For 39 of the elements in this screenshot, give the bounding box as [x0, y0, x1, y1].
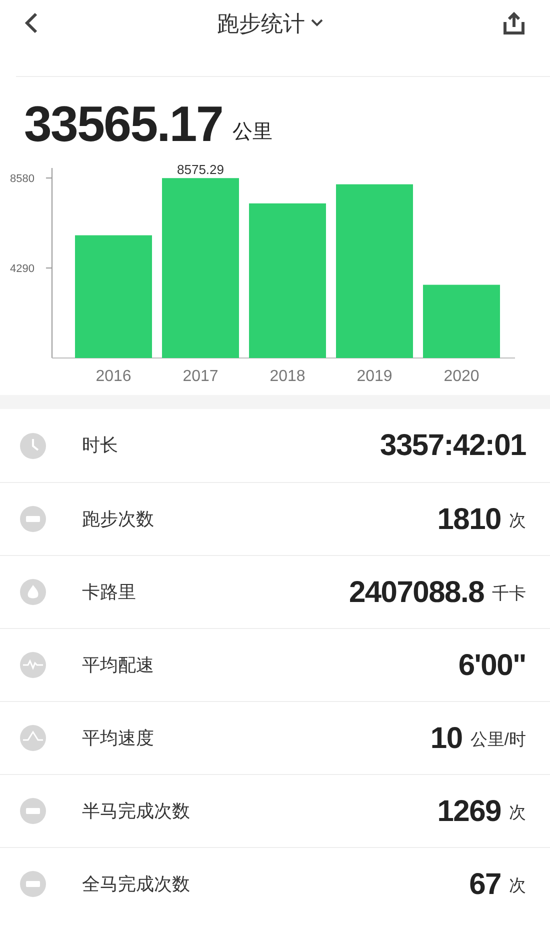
total-distance: 33565.17	[24, 99, 223, 149]
stat-value: 3357:42:01	[380, 428, 526, 464]
stat-label: 跑步次数	[82, 508, 154, 530]
y-tick-label: 8580	[10, 173, 34, 185]
stat-label: 平均配速	[82, 654, 154, 676]
data-label: 8575.29	[177, 163, 224, 178]
stat-value: 67	[469, 866, 501, 902]
share-icon[interactable]	[502, 11, 526, 35]
stat-value: 10	[430, 720, 462, 756]
x-tick-label: 2018	[270, 368, 306, 383]
unit-label: 公里/时	[470, 729, 526, 752]
stat-label: 卡路里	[82, 580, 136, 604]
stat-value: 1810	[437, 502, 501, 538]
unit-label: 千卡	[492, 583, 526, 606]
stat-value: 6'00"	[458, 648, 526, 684]
y-tick-label: 4290	[10, 263, 34, 275]
x-tick-label: 2019	[356, 368, 392, 383]
x-tick-label: 2020	[444, 368, 480, 383]
stat-label: 半马完成次数	[82, 800, 190, 822]
pulse-icon	[20, 652, 46, 678]
badge-icon	[20, 506, 46, 532]
stat-label: 时长	[82, 434, 118, 457]
chevron-down-icon[interactable]	[311, 19, 323, 27]
unit-label: 次	[509, 510, 526, 532]
clock-icon	[20, 432, 46, 458]
unit-label: 次	[509, 875, 526, 898]
unit-label: 次	[509, 802, 526, 824]
unit-label: 公里	[232, 120, 273, 145]
badge-icon	[20, 798, 46, 824]
stat-value: 1269	[437, 794, 501, 830]
back-icon[interactable]	[24, 12, 38, 34]
stat-value: 2407088.8	[348, 574, 484, 610]
page-title: 跑步统计	[217, 10, 305, 38]
badge-icon	[20, 871, 46, 897]
x-tick-label: 2017	[182, 368, 218, 383]
stat-label: 平均速度	[82, 726, 154, 750]
x-tick-label: 2016	[96, 368, 132, 383]
peak-icon	[20, 725, 46, 751]
stat-label: 全马完成次数	[82, 872, 190, 896]
